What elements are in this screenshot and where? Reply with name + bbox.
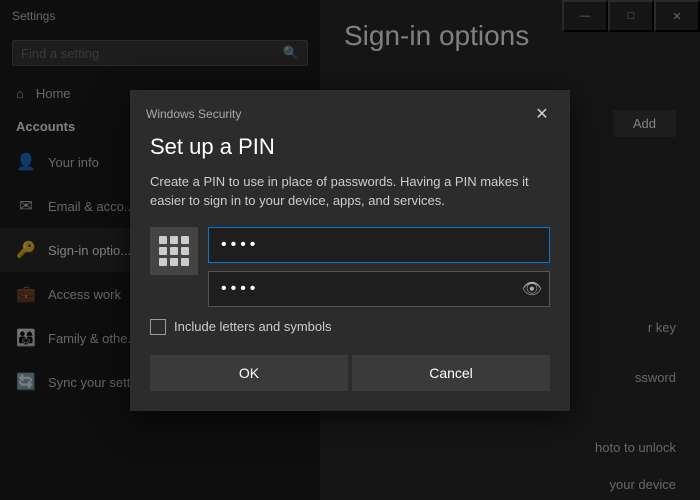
pin-fields: 👁: [208, 227, 550, 307]
confirm-pin-input[interactable]: [208, 271, 550, 307]
include-symbols-checkbox[interactable]: [150, 319, 166, 335]
dialog-app-name: Windows Security: [146, 107, 241, 121]
keypad-dot: [159, 258, 167, 266]
pin-input[interactable]: [208, 227, 550, 263]
confirm-pin-wrapper: 👁: [208, 271, 550, 307]
pin-dialog: Windows Security ✕ Set up a PIN Create a…: [130, 90, 570, 411]
keypad-dot: [170, 258, 178, 266]
dialog-overlay: Windows Security ✕ Set up a PIN Create a…: [0, 0, 700, 500]
checkbox-row: Include letters and symbols: [150, 319, 550, 335]
dialog-buttons: OK Cancel: [150, 355, 550, 391]
dialog-description: Create a PIN to use in place of password…: [150, 172, 550, 211]
keypad-dot: [170, 236, 178, 244]
dialog-heading: Set up a PIN: [150, 134, 550, 160]
keypad-grid: [153, 230, 195, 272]
cancel-button[interactable]: Cancel: [352, 355, 550, 391]
keypad-dot: [181, 258, 189, 266]
dialog-close-button[interactable]: ✕: [530, 102, 554, 126]
keypad-dot: [159, 236, 167, 244]
dialog-title-bar: Windows Security ✕: [130, 90, 570, 126]
keypad-dot: [181, 247, 189, 255]
ok-button[interactable]: OK: [150, 355, 348, 391]
keypad-dot: [159, 247, 167, 255]
pin-input-area: 👁: [150, 227, 550, 307]
keypad-icon: [150, 227, 198, 275]
keypad-dot: [170, 247, 178, 255]
include-symbols-label: Include letters and symbols: [174, 319, 332, 334]
eye-icon[interactable]: 👁: [522, 279, 542, 299]
keypad-dot: [181, 236, 189, 244]
dialog-body: Set up a PIN Create a PIN to use in plac…: [130, 126, 570, 411]
